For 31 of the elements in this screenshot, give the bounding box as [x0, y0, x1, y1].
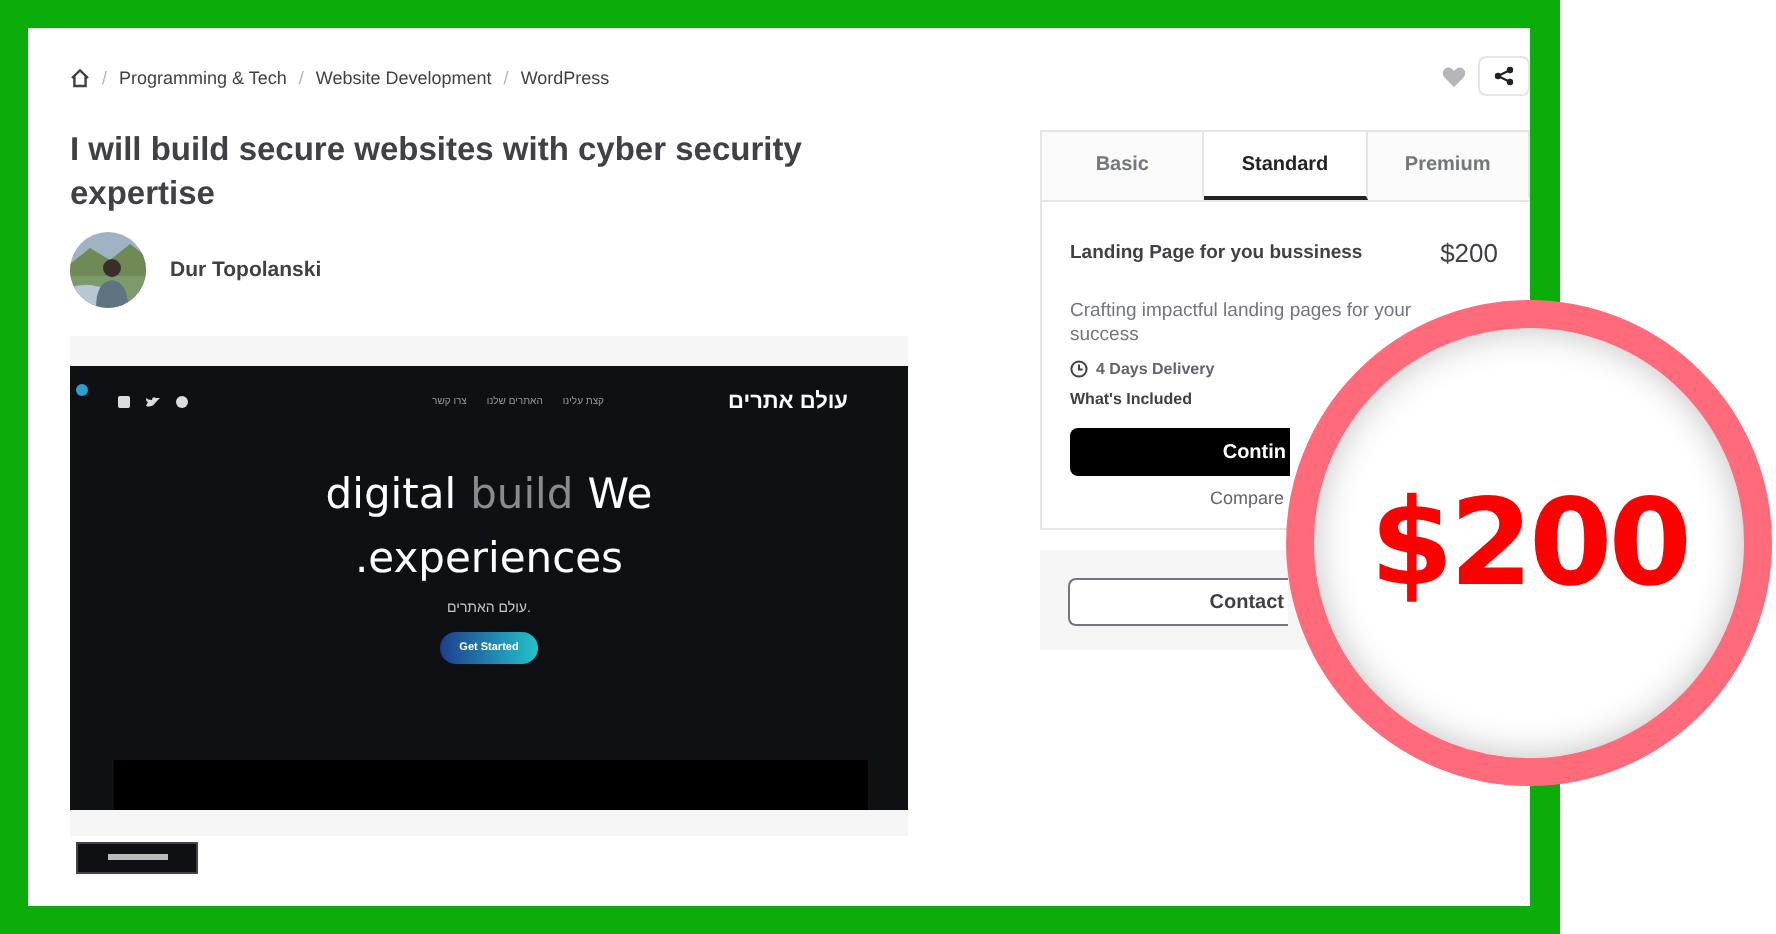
home-icon[interactable] [70, 68, 90, 88]
seller-name[interactable]: Dur Topolanski [170, 258, 322, 282]
linkedin-icon [118, 396, 130, 408]
breadcrumb-link[interactable]: Website Development [315, 68, 492, 88]
gig-title: I will build secure websites with cyber security expertise [70, 130, 804, 216]
package-description: Crafting impactful landing pages for your success [1070, 300, 1414, 348]
twitter-icon [146, 396, 160, 408]
hero-word: build [470, 470, 574, 518]
continue-button[interactable]: Contin [1070, 428, 1290, 476]
package-name: Landing Page for you bussiness [1070, 242, 1363, 264]
breadcrumb-separator: / [298, 68, 304, 88]
compare-link[interactable]: Compare [1210, 488, 1285, 508]
package-price: $200 [1440, 238, 1498, 268]
breadcrumb-separator: / [503, 68, 509, 88]
share-icon [1494, 66, 1514, 86]
breadcrumb-separator: / [102, 68, 108, 88]
delivery-time: 4 Days Delivery [1096, 360, 1215, 378]
gallery-thumbnail[interactable] [76, 842, 198, 874]
site-logo: עולם אתרים [728, 390, 848, 414]
whats-included[interactable]: What's Included [1070, 390, 1193, 408]
facebook-icon [176, 396, 188, 408]
breadcrumb-link[interactable]: WordPress [520, 68, 610, 88]
hero-word: digital [325, 470, 457, 518]
share-button[interactable] [1478, 56, 1530, 96]
hero-word: We [587, 470, 653, 518]
hero-heading: .experiences [354, 534, 623, 582]
contact-button[interactable]: Contact [1068, 578, 1288, 626]
breadcrumb-link[interactable]: Programming & Tech [119, 68, 287, 88]
dot-icon [76, 384, 88, 396]
clock-icon [1070, 360, 1088, 378]
package-tab[interactable]: Standard [1204, 132, 1368, 200]
